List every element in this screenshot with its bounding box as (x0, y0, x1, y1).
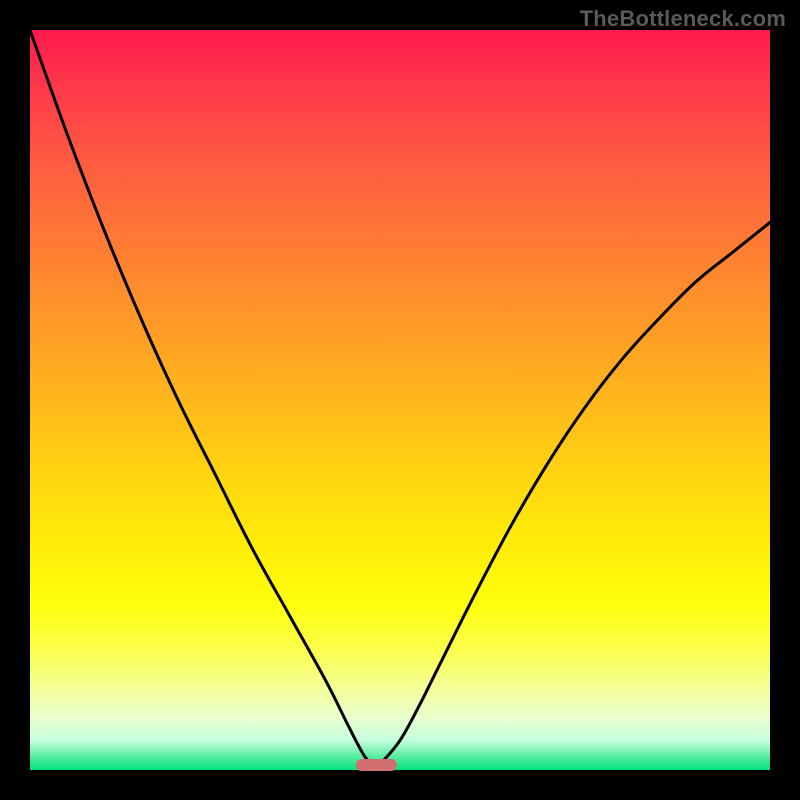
plot-area (30, 30, 770, 770)
bottleneck-curve (30, 30, 770, 766)
chart-frame: TheBottleneck.com (0, 0, 800, 800)
optimal-marker (356, 759, 397, 771)
watermark-text: TheBottleneck.com (580, 6, 786, 32)
curve-svg (30, 30, 770, 770)
